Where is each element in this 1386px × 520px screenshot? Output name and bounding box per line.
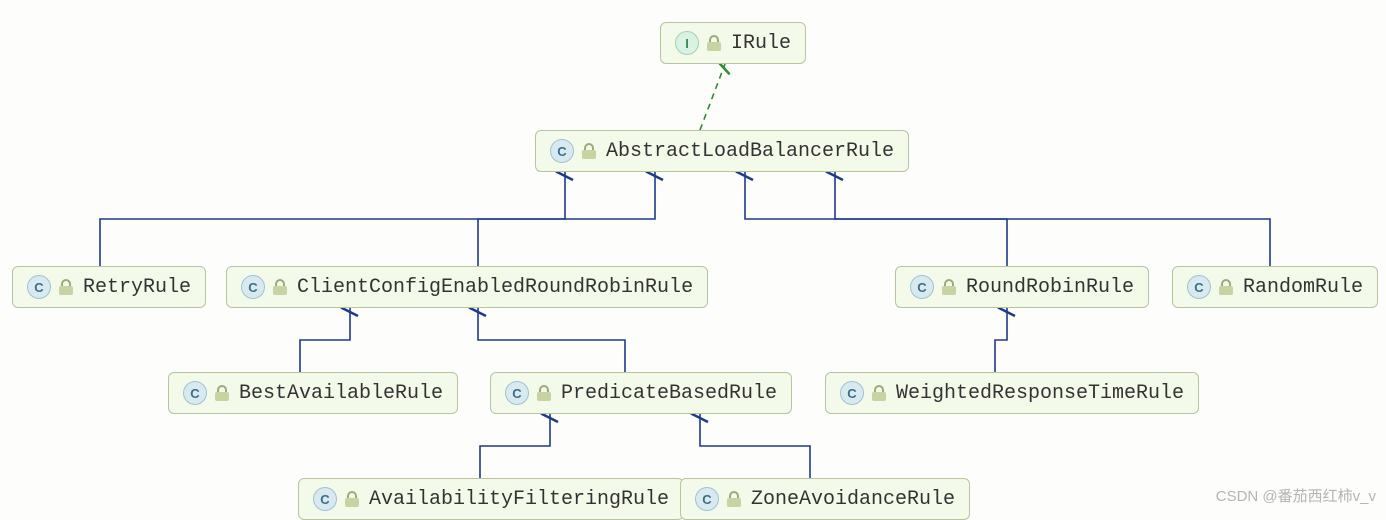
watermark: CSDN @番茄西红柿v_v — [1216, 485, 1376, 506]
node-best-available-rule: C BestAvailableRule — [168, 372, 458, 414]
class-icon: C — [910, 275, 934, 299]
class-icon: C — [695, 487, 719, 511]
node-label: ZoneAvoidanceRule — [751, 488, 955, 511]
node-label: RetryRule — [83, 276, 191, 299]
class-icon: C — [505, 381, 529, 405]
lock-icon — [215, 385, 229, 401]
node-label: RoundRobinRule — [966, 276, 1134, 299]
class-icon: C — [1187, 275, 1211, 299]
class-icon: C — [183, 381, 207, 405]
node-retry-rule: C RetryRule — [12, 266, 206, 308]
node-random-rule: C RandomRule — [1172, 266, 1378, 308]
lock-icon — [707, 35, 721, 51]
node-client-config-enabled-round-robin-rule: C ClientConfigEnabledRoundRobinRule — [226, 266, 708, 308]
class-icon: C — [840, 381, 864, 405]
lock-icon — [345, 491, 359, 507]
lock-icon — [582, 143, 596, 159]
lock-icon — [273, 279, 287, 295]
node-label: IRule — [731, 32, 791, 55]
node-weighted-response-time-rule: C WeightedResponseTimeRule — [825, 372, 1199, 414]
node-label: PredicateBasedRule — [561, 382, 777, 405]
lock-icon — [1219, 279, 1233, 295]
node-irule: I IRule — [660, 22, 806, 64]
node-label: AbstractLoadBalancerRule — [606, 140, 894, 163]
lock-icon — [872, 385, 886, 401]
node-round-robin-rule: C RoundRobinRule — [895, 266, 1149, 308]
node-availability-filtering-rule: C AvailabilityFilteringRule — [298, 478, 684, 520]
node-label: BestAvailableRule — [239, 382, 443, 405]
lock-icon — [537, 385, 551, 401]
lock-icon — [727, 491, 741, 507]
node-label: RandomRule — [1243, 276, 1363, 299]
diagram-edges — [0, 0, 1386, 512]
node-zone-avoidance-rule: C ZoneAvoidanceRule — [680, 478, 970, 520]
lock-icon — [942, 279, 956, 295]
class-icon: C — [550, 139, 574, 163]
class-icon: C — [27, 275, 51, 299]
class-icon: C — [241, 275, 265, 299]
node-label: WeightedResponseTimeRule — [896, 382, 1184, 405]
node-label: AvailabilityFilteringRule — [369, 488, 669, 511]
interface-icon: I — [675, 31, 699, 55]
class-icon: C — [313, 487, 337, 511]
lock-icon — [59, 279, 73, 295]
node-predicate-based-rule: C PredicateBasedRule — [490, 372, 792, 414]
node-abstract-load-balancer-rule: C AbstractLoadBalancerRule — [535, 130, 909, 172]
node-label: ClientConfigEnabledRoundRobinRule — [297, 276, 693, 299]
